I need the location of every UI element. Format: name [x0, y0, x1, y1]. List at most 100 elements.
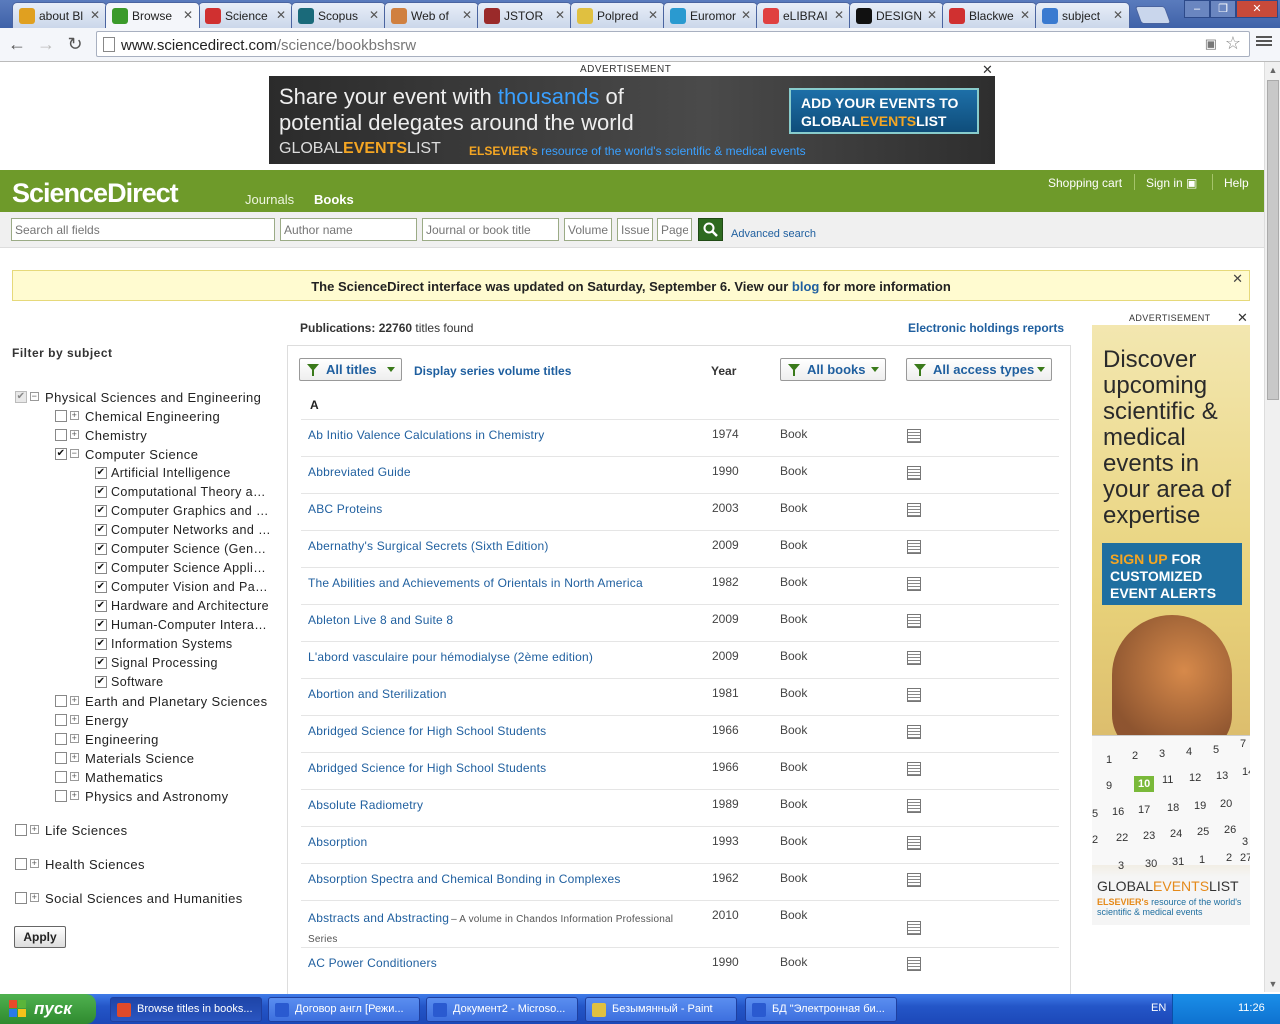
checkbox[interactable]: [95, 581, 107, 593]
nav-journals[interactable]: Journals: [245, 192, 294, 207]
book-title-link[interactable]: Absorption Spectra and Chemical Bonding …: [308, 872, 693, 886]
maximize-button[interactable]: ❐: [1210, 0, 1236, 18]
browser-menu-icon[interactable]: [1256, 34, 1272, 50]
taskbar-item[interactable]: Договор англ [Режи...: [268, 997, 420, 1022]
display-series-link[interactable]: Display series volume titles: [414, 364, 571, 378]
checkbox[interactable]: [95, 505, 107, 517]
ad-banner[interactable]: Share your event with thousands of poten…: [269, 76, 995, 164]
access-types-dropdown[interactable]: All access types: [906, 358, 1052, 381]
tab-close-icon[interactable]: ✕: [834, 8, 844, 22]
forward-icon[interactable]: →: [36, 34, 56, 55]
subject-filter-item[interactable]: Computer Science (General): [95, 542, 285, 558]
address-bar[interactable]: www.sciencedirect.com/science/bookbshsrw…: [96, 31, 1250, 57]
all-books-dropdown[interactable]: All books: [780, 358, 886, 381]
start-button[interactable]: пуск: [0, 994, 96, 1024]
subject-filter-item[interactable]: + Materials Science: [55, 751, 285, 767]
blog-link[interactable]: blog: [792, 279, 819, 294]
book-title[interactable]: AC Power Conditioners: [308, 956, 437, 970]
subject-filter-item[interactable]: + Mathematics: [55, 770, 285, 786]
browser-tab[interactable]: subject ✕: [1035, 2, 1130, 28]
book-title[interactable]: Abstracts and Abstracting: [308, 911, 449, 925]
collapse-icon[interactable]: −: [70, 449, 79, 458]
expand-icon[interactable]: +: [30, 859, 39, 868]
book-title[interactable]: Abernathy's Surgical Secrets (Sixth Edit…: [308, 539, 549, 553]
browser-tab[interactable]: Blackwe ✕: [942, 2, 1037, 28]
checkbox[interactable]: [95, 600, 107, 612]
checkbox[interactable]: [95, 562, 107, 574]
notice-close-icon[interactable]: ✕: [1232, 271, 1243, 287]
all-titles-dropdown[interactable]: All titles: [299, 358, 402, 381]
checkbox[interactable]: [95, 486, 107, 498]
browser-tab[interactable]: DESIGNI ✕: [849, 2, 944, 28]
expand-icon[interactable]: +: [70, 791, 79, 800]
language-indicator[interactable]: EN: [1151, 1002, 1166, 1014]
book-title[interactable]: Absorption Spectra and Chemical Bonding …: [308, 872, 621, 886]
author-name-input[interactable]: [280, 218, 417, 241]
scroll-up-icon[interactable]: ▲: [1265, 62, 1280, 78]
book-title[interactable]: Abortion and Sterilization: [308, 687, 447, 701]
tab-close-icon[interactable]: ✕: [1020, 8, 1030, 22]
subject-filter-item[interactable]: + Chemistry: [55, 428, 285, 444]
tab-close-icon[interactable]: ✕: [927, 8, 937, 22]
page-scrollbar[interactable]: ▲ ▼: [1264, 62, 1280, 992]
ad-add-events-button[interactable]: ADD YOUR EVENTS TO GLOBALEVENTSLIST: [789, 88, 979, 134]
browser-tab[interactable]: Scopus ✕: [291, 2, 386, 28]
collapse-icon[interactable]: −: [30, 392, 39, 401]
book-title[interactable]: The Abilities and Achievements of Orient…: [308, 576, 643, 590]
subject-filter-item[interactable]: Computer Vision and Patter…: [95, 580, 285, 596]
subject-filter-item[interactable]: Computer Networks and Co…: [95, 523, 285, 539]
tab-close-icon[interactable]: ✕: [555, 8, 565, 22]
subject-filter-item[interactable]: Software: [95, 675, 285, 691]
checkbox[interactable]: [55, 448, 67, 460]
subject-filter-item[interactable]: Hardware and Architecture: [95, 599, 285, 615]
tab-close-icon[interactable]: ✕: [183, 8, 193, 22]
book-title-link[interactable]: Absorption: [308, 835, 693, 849]
window-close-button[interactable]: ✕: [1236, 0, 1278, 18]
checkbox[interactable]: [15, 824, 27, 836]
page-input[interactable]: [657, 218, 692, 241]
checkbox[interactable]: [55, 410, 67, 422]
subject-filter-item[interactable]: Computational Theory and M…: [95, 485, 285, 501]
checkbox[interactable]: [55, 771, 67, 783]
scroll-down-icon[interactable]: ▼: [1265, 976, 1280, 992]
tab-close-icon[interactable]: ✕: [276, 8, 286, 22]
browser-tab[interactable]: Euromor ✕: [663, 2, 758, 28]
reload-icon[interactable]: ↻: [65, 34, 85, 55]
book-title[interactable]: Abridged Science for High School Student…: [308, 724, 546, 738]
checkbox[interactable]: [15, 391, 27, 403]
browser-tab[interactable]: Science ✕: [198, 2, 293, 28]
expand-icon[interactable]: +: [70, 430, 79, 439]
checkbox[interactable]: [55, 714, 67, 726]
book-title[interactable]: L'abord vasculaire pour hémodialyse (2èm…: [308, 650, 593, 664]
issue-input[interactable]: [617, 218, 653, 241]
book-title-link[interactable]: Abernathy's Surgical Secrets (Sixth Edit…: [308, 539, 693, 553]
subject-filter-item[interactable]: + Health Sciences: [15, 857, 285, 873]
expand-icon[interactable]: +: [70, 772, 79, 781]
book-title-link[interactable]: Absolute Radiometry: [308, 798, 693, 812]
checkbox[interactable]: [15, 858, 27, 870]
book-title-link[interactable]: The Abilities and Achievements of Orient…: [308, 576, 693, 590]
checkbox[interactable]: [55, 752, 67, 764]
expand-icon[interactable]: +: [70, 734, 79, 743]
subject-filter-item[interactable]: + Chemical Engineering: [55, 409, 285, 425]
subject-filter-item[interactable]: + Social Sciences and Humanities: [15, 891, 285, 907]
book-title-link[interactable]: Abortion and Sterilization: [308, 687, 693, 701]
subject-filter-item[interactable]: + Life Sciences: [15, 823, 285, 839]
minimize-button[interactable]: –: [1184, 0, 1210, 18]
book-title-link[interactable]: Abstracts and Abstracting – A volume in C…: [308, 909, 693, 949]
shopping-cart-link[interactable]: Shopping cart: [1048, 176, 1122, 190]
checkbox[interactable]: [95, 619, 107, 631]
book-title[interactable]: Absolute Radiometry: [308, 798, 423, 812]
search-button[interactable]: [698, 218, 723, 241]
taskbar-item[interactable]: Безымянный - Paint: [585, 997, 737, 1022]
tab-close-icon[interactable]: ✕: [462, 8, 472, 22]
expand-icon[interactable]: +: [70, 715, 79, 724]
taskbar-item[interactable]: БД "Электронная би...: [745, 997, 897, 1022]
book-title-link[interactable]: L'abord vasculaire pour hémodialyse (2èm…: [308, 650, 693, 664]
translate-icon[interactable]: ▣: [1205, 36, 1217, 52]
back-icon[interactable]: ←: [7, 34, 27, 55]
checkbox[interactable]: [55, 429, 67, 441]
ad-close-icon[interactable]: ✕: [1237, 310, 1248, 326]
right-ad-banner[interactable]: Discover upcoming scientific & medical e…: [1092, 325, 1250, 925]
book-title-link[interactable]: Abridged Science for High School Student…: [308, 761, 693, 775]
